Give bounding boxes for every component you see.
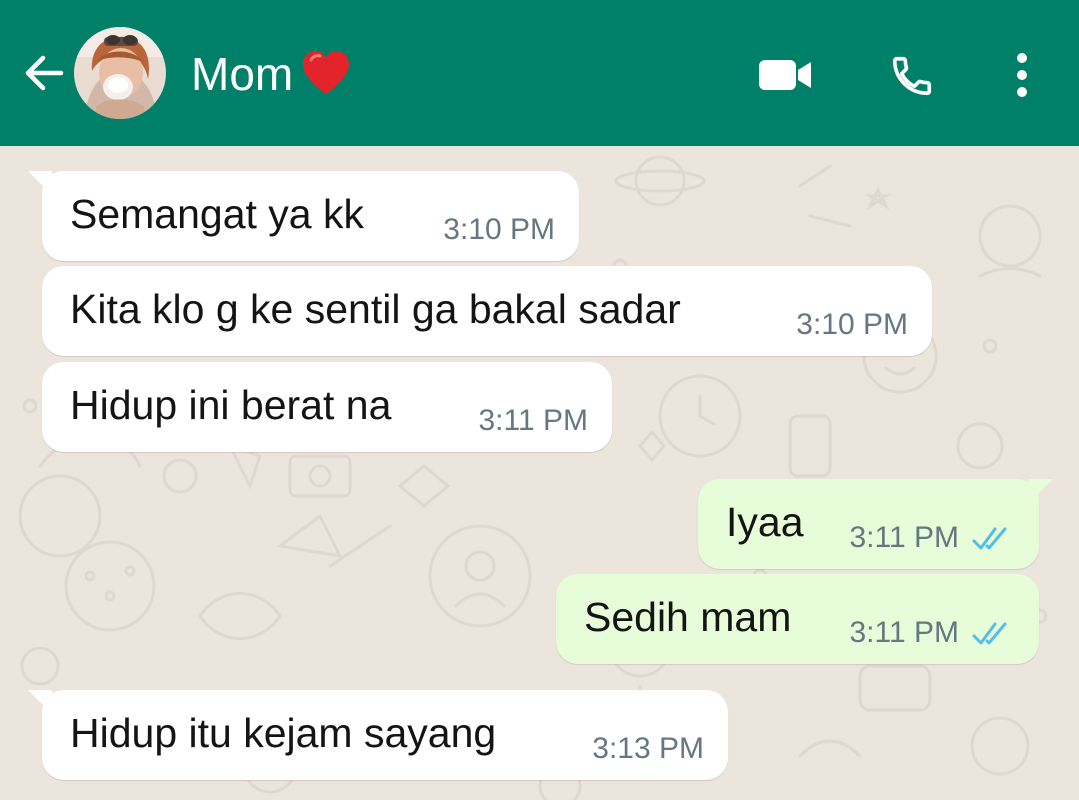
message-text: Hidup ini berat na [70,382,392,428]
bubble-tail [28,171,52,195]
incoming-message-bubble[interactable]: Hidup ini berat na 3:11 PM [42,362,612,452]
message-time: 3:10 PM [796,308,908,341]
chat-area[interactable]: Semangat ya kk 3:10 PM Kita klo g ke sen… [0,146,1079,800]
bubble-tail [1029,479,1053,503]
phone-icon [892,56,932,96]
outgoing-message-bubble[interactable]: Sedih mam 3:11 PM [556,574,1039,664]
outgoing-message-bubble[interactable]: Iyaa 3:11 PM [698,479,1053,569]
red-heart-icon [301,50,351,96]
more-options-button[interactable] [998,46,1046,104]
incoming-message-bubble[interactable]: Hidup itu kejam sayang 3:13 PM [28,690,728,780]
chat-header: Mom [0,0,1079,146]
incoming-message-bubble[interactable]: Kita klo g ke sentil ga bakal sadar 3:10… [42,266,932,356]
voice-call-button[interactable] [884,48,940,104]
message-text: Sedih mam [584,594,792,640]
message-text: Iyaa [726,499,804,545]
message-time: 3:13 PM [592,732,704,765]
chat-screen: Mom Semangat ya kk 3:10 PM Kita klo g ke… [0,0,1079,800]
bubble-tail [28,690,52,714]
video-call-button[interactable] [752,50,818,100]
more-vertical-icon [1017,53,1027,97]
arrow-left-icon [25,55,64,91]
message-text: Semangat ya kk [70,191,364,237]
incoming-message-bubble[interactable]: Semangat ya kk 3:10 PM [28,171,579,261]
video-call-icon [759,60,811,90]
message-time: 3:11 PM [849,521,960,554]
message-time: 3:10 PM [443,213,555,246]
message-text: Kita klo g ke sentil ga bakal sadar [70,286,681,332]
message-time: 3:11 PM [849,616,960,649]
back-button[interactable] [18,48,68,98]
message-time: 3:11 PM [478,404,589,437]
message-text: Hidup itu kejam sayang [70,710,497,756]
read-receipt-ticks-icon [972,622,1007,645]
contact-name[interactable]: Mom [191,47,293,101]
read-receipt-ticks-icon [972,527,1007,550]
contact-avatar[interactable] [74,27,166,119]
